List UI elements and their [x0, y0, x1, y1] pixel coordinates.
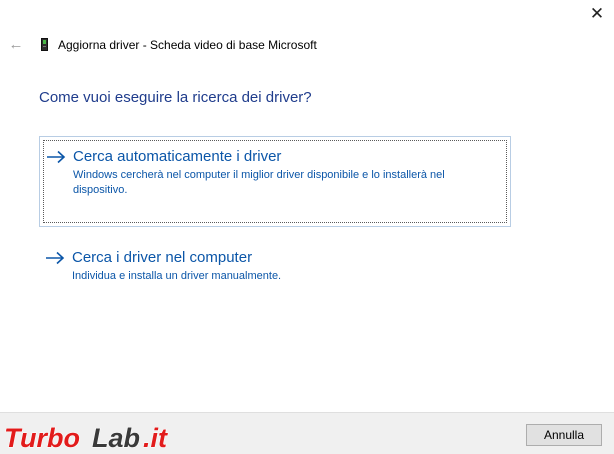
- svg-text:.it: .it: [143, 423, 168, 453]
- option-title: Cerca i driver nel computer: [72, 249, 253, 266]
- close-button[interactable]: ✕: [586, 4, 608, 24]
- search-automatically-option[interactable]: Cerca automaticamente i driver Windows c…: [39, 136, 511, 227]
- close-icon: ✕: [589, 4, 605, 23]
- right-arrow-icon: [47, 150, 66, 164]
- right-arrow-icon: [46, 251, 65, 265]
- back-arrow-icon: ←: [8, 36, 24, 53]
- option-title: Cerca automaticamente i driver: [73, 148, 282, 165]
- turbolab-watermark-logo: Turbo Lab .it: [4, 423, 169, 454]
- window-title: Aggiorna driver - Scheda video di base M…: [58, 38, 317, 52]
- display-device-icon: [41, 38, 48, 51]
- option-description: Individua e installa un driver manualmen…: [72, 270, 282, 282]
- svg-text:Turbo: Turbo: [4, 423, 80, 453]
- back-button[interactable]: ←: [6, 36, 26, 54]
- browse-computer-option[interactable]: Cerca i driver nel computer Individua e …: [39, 239, 511, 299]
- option-description: Windows cercherà nel computer il miglior…: [73, 169, 445, 196]
- cancel-button[interactable]: Annulla: [526, 424, 602, 446]
- update-driver-window: ✕ ← Aggiorna driver - Scheda video di ba…: [0, 0, 614, 454]
- svg-text:Lab: Lab: [92, 423, 140, 453]
- page-title: Come vuoi eseguire la ricerca dei driver…: [39, 89, 312, 106]
